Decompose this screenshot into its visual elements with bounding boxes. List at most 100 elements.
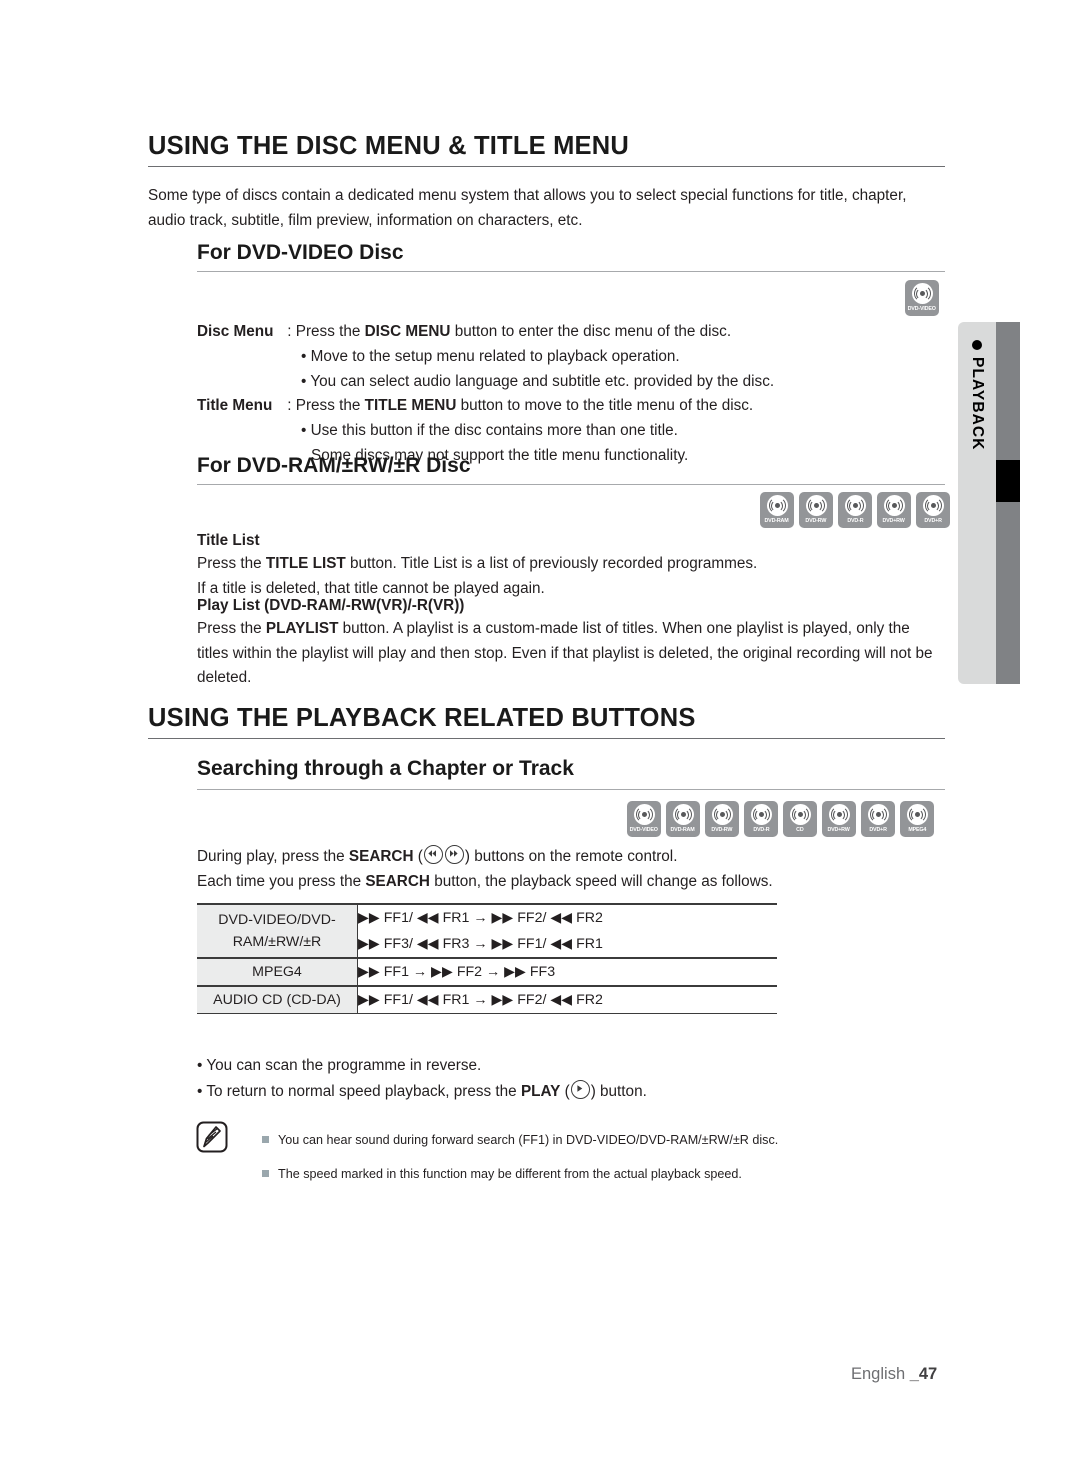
search-bullet-1: • You can scan the programme in reverse. — [197, 1057, 482, 1074]
disc-icon-dvd-video: DVD-VIDEO — [905, 280, 939, 316]
disc-glyph — [672, 804, 694, 825]
search-intro-l1-d: ) buttons on the remote control. — [464, 848, 678, 865]
side-tab-inner: PLAYBACK — [958, 340, 996, 451]
table-row: MPEG4 ▶▶ FF1 → ▶▶ FF2 → ▶▶ FF3 — [197, 957, 777, 986]
note-item: You can hear sound during forward search… — [262, 1123, 778, 1157]
disc-icon-dvd-plus-r: DVD+R — [916, 492, 950, 528]
title-menu-rest: button to move to the title menu of the … — [456, 397, 754, 415]
dvd-video-definitions: Disc Menu : Press the DISC MENU button t… — [197, 320, 774, 469]
play-icon — [570, 1080, 590, 1099]
table-cell-sequence: ▶▶ FF1/ ◀◀ FR1 → ▶▶ FF2/ ◀◀ FR2 ▶▶ FF3/ … — [357, 903, 777, 958]
disc-arc-outer — [635, 806, 653, 823]
section1-intro: Some type of discs contain a dedicated m… — [148, 184, 948, 233]
note-items: You can hear sound during forward search… — [262, 1123, 778, 1191]
table-row: DVD-VIDEO/DVD- RAM/±RW/±R ▶▶ FF1/ ◀◀ FR1… — [197, 903, 777, 958]
note-item: The speed marked in this function may be… — [262, 1157, 778, 1191]
title-list-l1-c: button. Title List is a list of previous… — [345, 555, 758, 572]
title-menu-term: Title Menu — [197, 397, 273, 415]
disc-glyph — [844, 495, 866, 516]
disc-icon-mpeg4: MPEG4 — [900, 801, 934, 837]
disc-icon-cd: CD — [783, 801, 817, 837]
search-forward-icon — [444, 845, 464, 864]
table-cell-disc-type: MPEG4 — [197, 957, 358, 986]
section2-title: USING THE PLAYBACK RELATED BUTTONS — [148, 704, 696, 732]
disc-type-line1: MPEG4 — [252, 964, 302, 980]
disc-glyph — [633, 804, 655, 825]
disc-icon-dvd-rw: DVD-RW — [799, 492, 833, 528]
page-footer: English _47 — [851, 1365, 937, 1384]
disc-glyph — [906, 804, 928, 825]
play-list-l3: deleted. — [197, 669, 252, 686]
search-intro-l1-c: ( — [413, 848, 423, 865]
disc-icon-label: DVD-R — [752, 827, 770, 833]
play-list-body: Press the PLAYLIST button. A playlist is… — [197, 617, 957, 691]
disc-arc-outer — [908, 806, 926, 823]
search-bullets: • You can scan the programme in reverse.… — [197, 1053, 647, 1105]
disc-menu-button-name: DISC MENU — [364, 323, 451, 340]
table-cell-disc-type: AUDIO CD (CD-DA) — [197, 985, 358, 1014]
table-row: AUDIO CD (CD-DA) ▶▶ FF1/ ◀◀ FR1 → ▶▶ FF2… — [197, 985, 777, 1014]
title-list-body: Press the TITLE LIST button. Title List … — [197, 552, 757, 601]
disc-icon-dvd-plus-rw: DVD+RW — [822, 801, 856, 837]
search-bullet-2-d: ) button. — [590, 1083, 647, 1100]
disc-menu-rest: button to enter the disc menu of the dis… — [450, 323, 732, 340]
disc-icon-label: MPEG4 — [908, 827, 926, 833]
playback-speed-table: DVD-VIDEO/DVD- RAM/±RW/±R ▶▶ FF1/ ◀◀ FR1… — [197, 903, 777, 1014]
disc-glyph — [805, 495, 827, 516]
side-tab-chapter-marker — [996, 460, 1020, 502]
manual-page: PLAYBACK USING THE DISC MENU & TITLE MEN… — [0, 0, 1080, 1483]
disc-arc-outer — [830, 806, 848, 823]
title-menu-button-name: TITLE MENU — [364, 397, 457, 415]
disc-icon-label: DVD-RW — [711, 827, 733, 833]
search-bullet-2-c: ( — [560, 1083, 570, 1100]
disc-arc-outer — [768, 497, 786, 514]
search-intro-l2-a: Each time you press the — [197, 872, 366, 890]
disc-arc-outer — [869, 806, 887, 823]
side-tab-playback: PLAYBACK — [958, 322, 1020, 684]
play-button-name: PLAY — [520, 1083, 561, 1100]
disc-menu-bullet-1: • Move to the setup menu related to play… — [301, 347, 680, 365]
disc-menu-bullet-2: • You can select audio language and subt… — [301, 372, 775, 390]
speed-sequence-line: ▶▶ FF1/ ◀◀ FR1 → ▶▶ FF2/ ◀◀ FR2 — [358, 992, 603, 1008]
search-intro-l2-c: button, the playback speed will change a… — [429, 872, 773, 890]
disc-glyph — [883, 495, 905, 516]
disc-icon-label: DVD-RW — [805, 518, 827, 524]
section1-intro-line2: audio track, subtitle, film preview, inf… — [148, 211, 583, 229]
search-bullet-2: • To return to normal speed playback, pr… — [197, 1079, 647, 1105]
footer-page-number: _47 — [909, 1365, 938, 1383]
disc-icons-dvd-ram-group: DVD-RAM DVD-RW DVD-R DVD+RW DVD+R — [760, 492, 950, 528]
search-rewind-icon — [423, 845, 443, 864]
disc-menu-sep: : Press the — [283, 323, 365, 340]
disc-arc-outer — [807, 497, 825, 514]
disc-glyph — [711, 804, 733, 825]
disc-menu-term: Disc Menu — [197, 323, 274, 340]
disc-arc-outer — [674, 806, 692, 823]
search-intro-l1-a: During play, press the — [197, 848, 349, 865]
section1-intro-line1: Some type of discs contain a dedicated m… — [148, 187, 907, 204]
note-item-text: You can hear sound during forward search… — [278, 1133, 779, 1147]
note-pen-icon — [196, 1121, 228, 1153]
subsection-dvd-ram-heading: For DVD-RAM/±RW/±R Disc — [197, 454, 471, 477]
disc-icon-label: DVD-VIDEO — [907, 306, 937, 312]
disc-arc-outer — [913, 285, 931, 302]
speed-sequence-line: ▶▶ FF1 → ▶▶ FF2 → ▶▶ FF3 — [358, 964, 556, 980]
disc-icon-label: CD — [796, 827, 804, 833]
disc-type-line1: AUDIO CD (CD-DA) — [213, 992, 341, 1008]
side-tab-bullet-icon — [972, 340, 982, 350]
disc-arc-outer — [924, 497, 942, 514]
search-button-name: SEARCH — [348, 848, 414, 865]
table-cell-sequence: ▶▶ FF1 → ▶▶ FF2 → ▶▶ FF3 — [357, 957, 777, 986]
section2-title-rule — [148, 738, 945, 739]
disc-arc-outer — [791, 806, 809, 823]
subsection-dvd-video-rule — [197, 271, 945, 272]
disc-icon-label: DVD-VIDEO — [629, 827, 659, 833]
disc-glyph — [766, 495, 788, 516]
disc-type-line1: DVD-VIDEO/DVD- — [218, 912, 336, 928]
disc-arc-outer — [713, 806, 731, 823]
table-cell-disc-type: DVD-VIDEO/DVD- RAM/±RW/±R — [197, 903, 358, 958]
play-list-l2: titles within the playlist will play and… — [197, 644, 933, 662]
play-list-l1-c: button. A playlist is a custom-made list… — [338, 620, 910, 637]
note-square-icon — [262, 1136, 269, 1144]
speed-sequence-line: ▶▶ FF1/ ◀◀ FR1 → ▶▶ FF2/ ◀◀ FR2 — [358, 910, 603, 926]
disc-glyph — [828, 804, 850, 825]
